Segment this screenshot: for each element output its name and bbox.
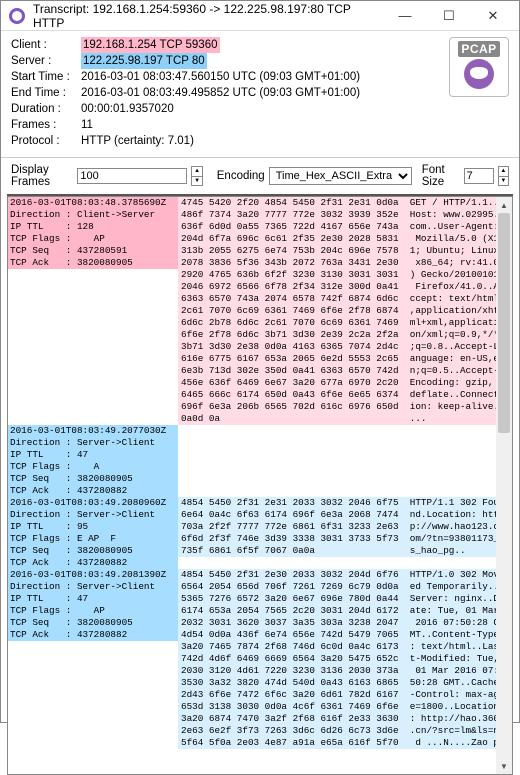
connection-info: Client :192.168.1.254 TCP 59360 Server :… [1,31,519,155]
packet-hex: 4854 5450 2f31 2e31 2033 3032 2046 6f75 … [178,497,502,557]
start-time-value: 2016-03-01 08:03:47.560150 UTC (09:03 GM… [81,69,360,85]
encoding-select[interactable]: Time_Hex_ASCII_Extra [269,167,412,185]
client-value: 192.168.1.254 TCP 59360 [81,37,220,53]
server-value: 122.225.98.197 TCP 80 [81,53,207,69]
font-size-spinner[interactable]: ▲▼ [498,166,509,186]
end-time-value: 2016-03-01 08:03:49.495852 UTC (09:03 GM… [81,85,360,101]
protocol-label: Protocol : [11,133,81,149]
protocol-value: HTTP (certainty: 7.01) [81,133,194,149]
controls-row: Display Frames ▲▼ Encoding Time_Hex_ASCI… [1,162,519,194]
start-time-label: Start Time : [11,69,81,85]
font-size-label: Font Size [422,164,460,188]
frames-label: Frames : [11,117,81,133]
font-size-input[interactable] [464,168,494,184]
divider [1,157,519,158]
scroll-down-icon[interactable]: ▼ [496,758,512,774]
packet-hex: 4745 5420 2f20 4854 5450 2f31 2e31 0d0a … [178,197,502,425]
duration-value: 00:00:01.9357020 [81,101,174,117]
title-bar: Transcript: 192.168.1.254:59360 -> 122.2… [1,1,519,31]
packet-hex: 4854 5450 2f31 2e30 2033 3032 204d 6f76 … [178,569,502,749]
scroll-up-icon[interactable]: ▲ [496,197,512,213]
pcap-badge: PCAP [449,37,509,97]
frames-value: 11 [81,117,93,133]
transcript-panel: 2016-03-01T08:03:48.3785690Z Direction :… [7,194,513,775]
scroll-thumb[interactable] [498,213,510,433]
transcript-content: 2016-03-01T08:03:48.3785690Z Direction :… [8,197,512,749]
minimize-button[interactable]: — [383,1,427,31]
end-time-label: End Time : [11,85,81,101]
window-title: Transcript: 192.168.1.254:59360 -> 122.2… [33,2,383,30]
packet-meta: 2016-03-01T08:03:48.3785690Z Direction :… [8,197,178,269]
packet-meta: 2016-03-01T08:03:49.2080960Z Direction :… [8,497,178,569]
vertical-scrollbar[interactable]: ▲ ▼ [496,197,512,774]
display-frames-input[interactable] [77,168,187,184]
packet-meta: 2016-03-01T08:03:49.2081390Z Direction :… [8,569,178,641]
encoding-label: Encoding [217,170,265,182]
display-frames-label: Display Frames [11,164,73,188]
pcap-label: PCAP [458,41,499,57]
client-label: Client : [11,37,81,53]
display-frames-spinner[interactable]: ▲▼ [191,166,202,186]
maximize-button[interactable]: ☐ [427,1,471,31]
app-icon [9,8,25,24]
packet-meta: 2016-03-01T08:03:49.2077030Z Direction :… [8,425,178,497]
duration-label: Duration : [11,101,81,117]
pcap-icon [464,59,494,89]
server-label: Server : [11,53,81,69]
close-button[interactable]: ✕ [471,1,515,31]
